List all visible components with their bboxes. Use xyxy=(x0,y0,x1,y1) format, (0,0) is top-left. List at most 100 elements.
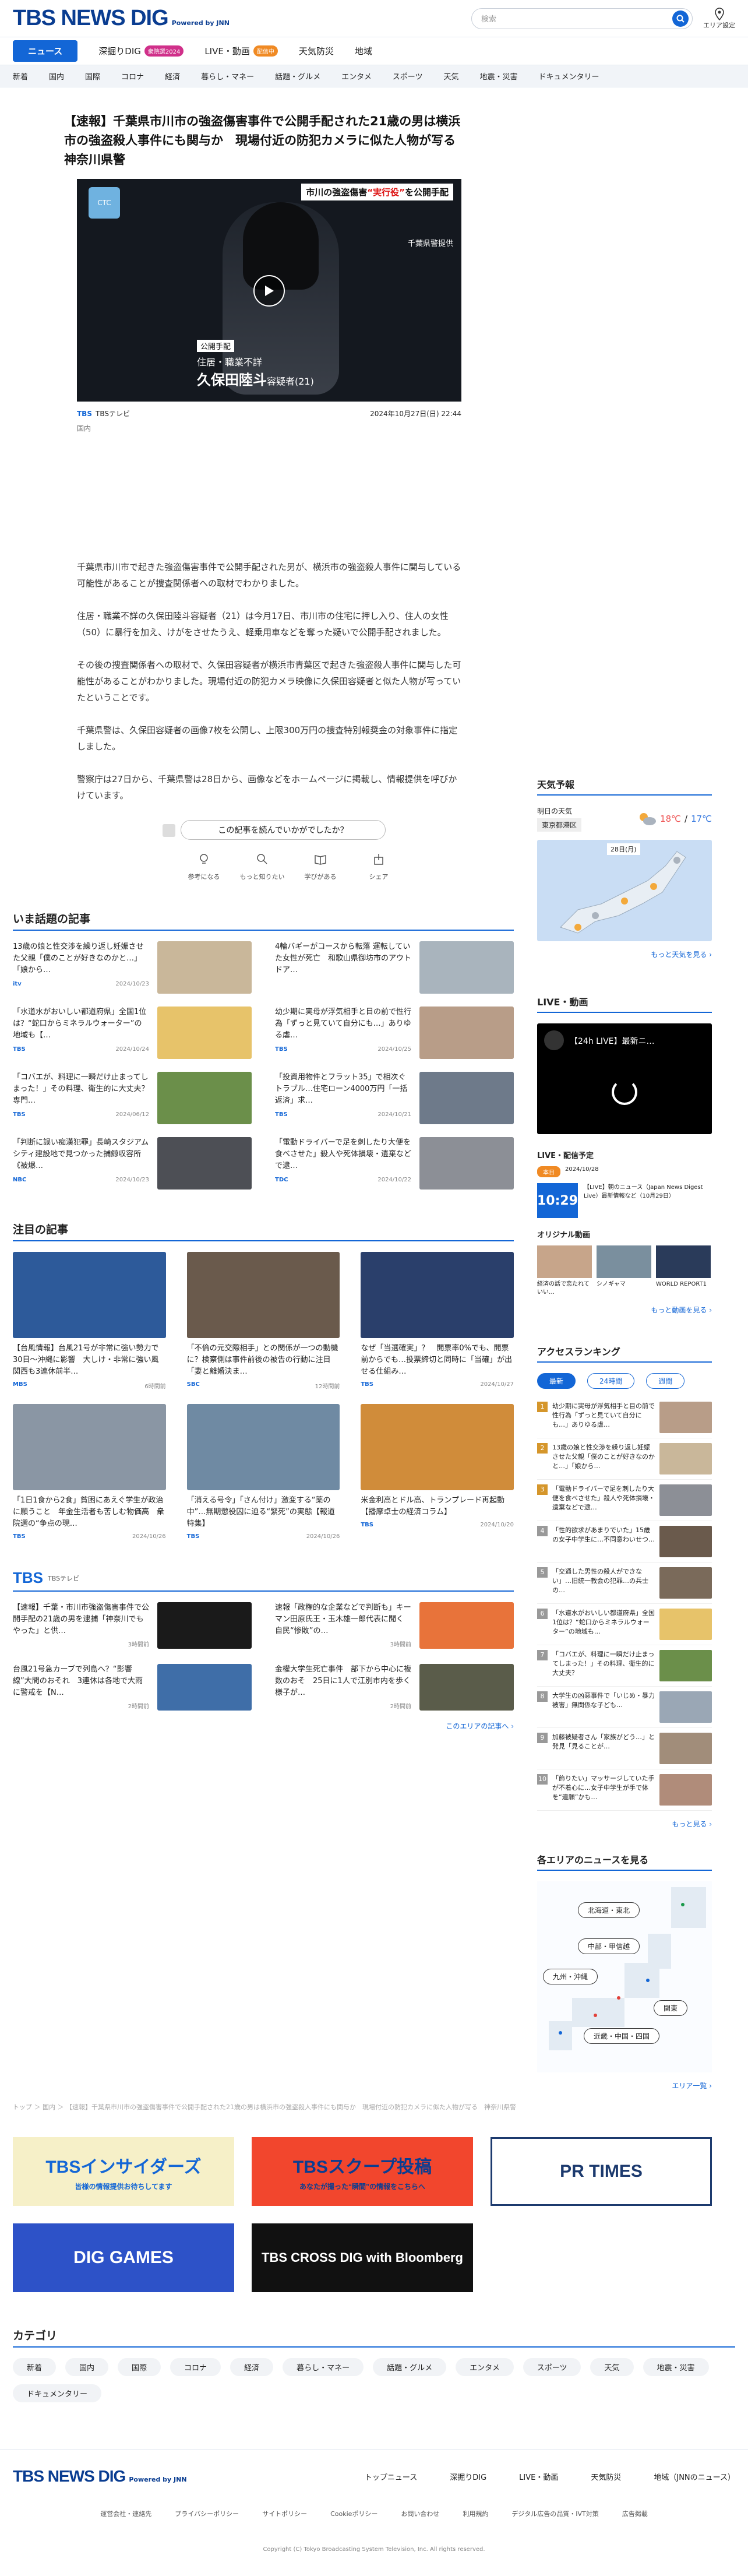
footer-logo[interactable]: TBS NEWS DIG Powered by JNN xyxy=(13,2467,187,2486)
banner-0[interactable]: TBSインサイダーズ 皆様の情報提供お待ちしてます xyxy=(13,2137,234,2206)
category-chip[interactable]: 地震・災害 xyxy=(643,2358,709,2376)
trending-item[interactable]: 「判断に誤い痴漢犯罪」長崎スタジアムシティ建設地で見つかった捕鯨収容所《被爆… N… xyxy=(13,1137,252,1190)
trending-item[interactable]: 「コバエが、料理に一瞬だけ止まってしまった！」その料理、衛生的に大丈夫？専門… T… xyxy=(13,1072,252,1124)
area-button-kanto[interactable]: 関東 xyxy=(654,2000,688,2016)
tbs-item[interactable]: 速報「政権的な企業などで判断も」キーマン田原氏王・玉木雄一郎代表に聞く 自民“惨… xyxy=(275,1602,514,1651)
play-button[interactable] xyxy=(253,275,285,307)
footer-sub-link[interactable]: Cookieポリシー xyxy=(330,2509,377,2518)
live-video-player[interactable]: 【24h LIVE】最新ニ… xyxy=(537,1023,712,1134)
featured-item[interactable]: 「不倫の元交際相手」との関係が一つの動機に？検察側は事件前後の被告の行動に注目「… xyxy=(186,1252,340,1390)
article-category[interactable]: 国内 xyxy=(77,423,514,433)
footer-link[interactable]: 天気防災 xyxy=(591,2471,621,2482)
ranking-item[interactable]: 4 「性的欲求があまりでいた」15歳の女子中学生に…不同意わいせつ… xyxy=(537,1521,712,1563)
category-chip[interactable]: 経済 xyxy=(230,2358,274,2376)
banner-3[interactable]: DIG GAMES xyxy=(13,2223,234,2292)
weather-city[interactable]: 東京都港区 xyxy=(537,818,582,832)
feedback-option[interactable]: シェア xyxy=(355,853,402,881)
tbs-item[interactable]: 金權大学生死亡事件 部下から中心に複数のおそ 25日に1人で江別市内を歩く様子が… xyxy=(275,1664,514,1713)
article-video[interactable]: CTC 市川の強盗傷害“実行役”を公開手配 千葉県警提供 公開手配 住居・職業不… xyxy=(77,179,461,402)
category-nav-item[interactable]: 国内 xyxy=(49,71,64,82)
ranking-item[interactable]: 9 加藤被疑者さん「家族がどう…」と発見「見ることが… xyxy=(537,1728,712,1769)
ranking-tab-2[interactable]: 週間 xyxy=(646,1373,685,1389)
tbs-more-link[interactable]: このエリアの記事へ › xyxy=(13,1721,514,1731)
trending-item[interactable]: 13歳の娘と性交渉を繰り返し妊娠させた父親「僕のことが好きなのかと…」「娘から…… xyxy=(13,941,252,994)
footer-sub-link[interactable]: お問い合わせ xyxy=(401,2509,439,2518)
area-button-hokkaido-tohoku[interactable]: 北海道・東北 xyxy=(578,1902,640,1918)
ranking-item[interactable]: 10 「飾りたい」マッサージしていた手が不着心に…女子中学生が手で体を“遺願”かも… xyxy=(537,1769,712,1811)
ranking-item[interactable]: 1 幼少期に実母が浮気相手と目の前で性行為「ずっと見ていて自分にも…」ありゆる虐… xyxy=(537,1397,712,1438)
footer-sub-link[interactable]: プライバシーポリシー xyxy=(175,2509,239,2518)
footer-sub-link[interactable]: サイトポリシー xyxy=(262,2509,307,2518)
banner-1[interactable]: TBSスクープ投稿 あなたが撮った“瞬間”の情報をこちらへ xyxy=(252,2137,473,2206)
area-more-link[interactable]: エリア一覧 › xyxy=(537,2081,712,2091)
category-nav-item[interactable]: 天気 xyxy=(443,71,458,82)
area-button-kinki[interactable]: 近畿・中国・四国 xyxy=(584,2028,660,2044)
feedback-option[interactable]: 学びがある xyxy=(297,853,344,881)
banner-2[interactable]: PR TIMES xyxy=(491,2137,712,2206)
featured-item[interactable]: 「消える号令」「さん付け」激変する“薬の中”…無期懲役囚に迫る“緊死”の実態【報… xyxy=(186,1404,340,1540)
tbs-item[interactable]: 【速報】千葉・市川市強盗傷害事件で公開手配の21歳の男を逮捕「神奈川でもやった」… xyxy=(13,1602,252,1651)
category-nav-item[interactable]: 話題・グルメ xyxy=(275,71,320,82)
footer-sub-link[interactable]: 利用規約 xyxy=(463,2509,488,2518)
featured-item[interactable]: 【台風情報】台風21号が非常に強い勢力で30日〜沖縄に影響 大しけ・非常に強い風… xyxy=(13,1252,167,1390)
featured-item[interactable]: 「1日1食から2食」貧困にあえぐ学生が政治に願うこと 年金生活者も苦しむ物価高 … xyxy=(13,1404,166,1540)
category-chip[interactable]: 暮らし・マネー xyxy=(283,2358,364,2376)
category-nav-item[interactable]: スポーツ xyxy=(393,71,423,82)
featured-item[interactable]: なぜ「当選確実」？ 開票率0%でも、開票前からでも…投票締切と同時に「当確」が出… xyxy=(361,1252,514,1390)
feedback-question[interactable]: この記事を読んでいかがでしたか？ xyxy=(163,820,386,840)
trending-item[interactable]: 幼少期に実母が浮気相手と目の前で性行為「ずっと見ていて自分にも…」ありゆる虐… T… xyxy=(275,1007,514,1059)
ranking-item[interactable]: 7 「コバエが、料理に一瞬だけ止まってしまった！」その料理、衛生的に大丈夫？ xyxy=(537,1645,712,1687)
category-chip[interactable]: ドキュメンタリー xyxy=(13,2384,102,2402)
footer-link[interactable]: 地域（JNNのニュース） xyxy=(654,2471,735,2482)
category-nav-item[interactable]: 地震・災害 xyxy=(480,71,518,82)
site-logo[interactable]: TBS NEWS DIG Powered by JNN xyxy=(13,6,230,31)
footer-link[interactable]: トップニュース xyxy=(365,2471,417,2482)
ranking-item[interactable]: 8 大学生の凶悪事件で「いじめ・暴力被害」無関係な子ども… xyxy=(537,1687,712,1728)
ranking-item[interactable]: 6 「水道水がおいしい都道府県」全国1位は？“蛇口からミネラルウォーター”の地域も… xyxy=(537,1604,712,1645)
nav-item-4[interactable]: 地域 xyxy=(355,45,372,57)
trending-item[interactable]: 「電動ドライバーで足を刺したり大便を食べさせた」殺人や死体損壊・遺棄などで逮… T… xyxy=(275,1137,514,1190)
breadcrumb[interactable]: トップ ＞ 国内 ＞ 【速報】千葉県市川市の強盗傷害事件で公開手配された21歳の… xyxy=(0,2102,748,2112)
featured-item[interactable]: 米金利高とドル高、トランプレード再起動【播摩卓士の経済コラム】 TBS 2024/1… xyxy=(361,1404,514,1540)
tbs-item[interactable]: 台風21号急カーブで列島へ？“影響線”大間のおそれ 3連休は各地で大雨に警戒を【… xyxy=(13,1664,252,1713)
category-chip[interactable]: エンタメ xyxy=(456,2358,514,2376)
category-nav-item[interactable]: 経済 xyxy=(165,71,180,82)
area-button-chubu[interactable]: 中部・甲信越 xyxy=(578,1938,640,1954)
search-input[interactable]: 検索 xyxy=(471,8,693,29)
ranking-tab-1[interactable]: 24時間 xyxy=(587,1373,635,1389)
category-chip[interactable]: 新着 xyxy=(13,2358,57,2376)
category-chip[interactable]: 国際 xyxy=(118,2358,161,2376)
nav-item-2[interactable]: LIVE・動画 配信中 xyxy=(204,45,278,57)
area-setting-button[interactable]: エリア設定 xyxy=(703,7,735,30)
category-nav-item[interactable]: 暮らし・マネー xyxy=(201,71,254,82)
footer-sub-link[interactable]: 広告掲載 xyxy=(622,2509,648,2518)
category-chip[interactable]: スポーツ xyxy=(523,2358,581,2376)
nav-item-1[interactable]: 深掘りDIG 衆院選2024 xyxy=(98,45,184,57)
original-video-item[interactable]: シノギャマ xyxy=(597,1245,651,1297)
banner-4[interactable]: TBS CROSS DIG with Bloomberg xyxy=(252,2223,473,2292)
feedback-option[interactable]: もっと知りたい xyxy=(239,853,285,881)
original-video-item[interactable]: 経済の話で恋たれていい… xyxy=(537,1245,592,1297)
feedback-option[interactable]: 参考になる xyxy=(181,853,227,881)
footer-sub-link[interactable]: 運営会社・連絡先 xyxy=(100,2509,151,2518)
ranking-item[interactable]: 2 13歳の娘と性交渉を繰り返し妊娠させた父親「僕のことが好きなのかと…」「娘から… xyxy=(537,1438,712,1480)
original-video-item[interactable]: WORLD REPORT1 xyxy=(656,1245,711,1297)
category-chip[interactable]: コロナ xyxy=(170,2358,221,2376)
search-button[interactable] xyxy=(672,10,689,27)
category-chip[interactable]: 話題・グルメ xyxy=(373,2358,447,2376)
nav-item-3[interactable]: 天気防災 xyxy=(299,45,334,57)
ranking-more-link[interactable]: もっと見る › xyxy=(537,1819,712,1829)
weather-map[interactable]: 28日(月) xyxy=(537,840,712,941)
ranking-item[interactable]: 3 「電動ドライバーで足を刺したり大便を食べさせた」殺人や死体損壊・遺棄などで逮… xyxy=(537,1480,712,1521)
trending-item[interactable]: 「投資用物件とフラット35」で相次ぐトラブル…住宅ローン4000万円「一括返済」… xyxy=(275,1072,514,1124)
ranking-item[interactable]: 5 「交通した男性の殺人ができない」…旧統一教会の犯罪…の兵士の… xyxy=(537,1563,712,1604)
category-nav-item[interactable]: コロナ xyxy=(121,71,144,82)
category-chip[interactable]: 天気 xyxy=(590,2358,634,2376)
ranking-tab-0[interactable]: 最新 xyxy=(537,1373,576,1389)
area-button-kyushu[interactable]: 九州・沖縄 xyxy=(543,1969,598,1984)
trending-item[interactable]: 4輪バギーがコースから転落 運転していた女性が死亡 和歌山県御坊市のアウトドア… xyxy=(275,941,514,994)
footer-link[interactable]: LIVE・動画 xyxy=(519,2471,558,2482)
category-nav-item[interactable]: ドキュメンタリー xyxy=(539,71,599,82)
nav-item-0[interactable]: ニュース xyxy=(13,40,78,62)
footer-sub-link[interactable]: デジタル広告の品質・IVT対策 xyxy=(511,2509,598,2518)
